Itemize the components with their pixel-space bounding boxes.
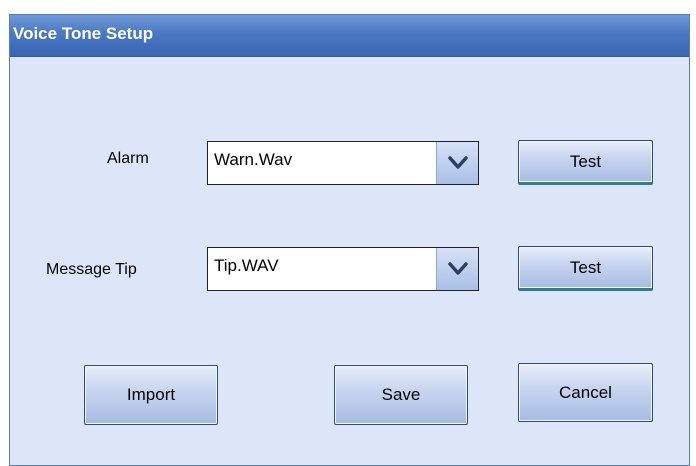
message-tip-select-value: Tip.WAV — [214, 256, 279, 275]
cancel-button[interactable]: Cancel — [518, 363, 653, 422]
message-tip-label: Message Tip — [46, 261, 137, 278]
alarm-dropdown-button[interactable] — [436, 142, 478, 184]
chevron-down-icon — [448, 262, 468, 275]
alarm-test-button[interactable]: Test — [518, 140, 653, 185]
message-tip-select[interactable]: Tip.WAV — [207, 247, 479, 291]
alarm-select-value: Warn.Wav — [214, 150, 293, 169]
message-tip-test-button[interactable]: Test — [518, 246, 653, 291]
alarm-label: Alarm — [107, 150, 149, 167]
cropped-top-strip — [0, 0, 696, 14]
dialog-title: Voice Tone Setup — [13, 24, 154, 43]
alarm-select[interactable]: Warn.Wav — [207, 141, 479, 185]
import-button[interactable]: Import — [84, 365, 218, 425]
message-tip-dropdown-button[interactable] — [436, 248, 478, 290]
chevron-down-icon — [448, 156, 468, 169]
title-bar: Voice Tone Setup — [10, 15, 689, 57]
voice-tone-setup-dialog: Voice Tone Setup Alarm Warn.Wav Test Mes… — [9, 14, 690, 466]
save-button[interactable]: Save — [334, 365, 468, 425]
